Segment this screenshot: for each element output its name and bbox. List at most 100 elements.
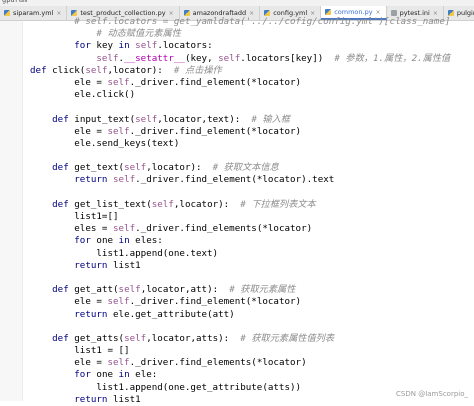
code-editor[interactable]: # self.locators = get_yamldata('../../co… [30,16,474,405]
code-line: for one in eles: [30,235,474,247]
code-token: self [112,223,136,235]
code-line: def click(self,locator): # 点击操作 [30,65,474,77]
code-token: ele.send_keys(text) [30,137,180,149]
code-token: ,locator,text): [157,113,252,125]
code-token: def [30,64,47,76]
code-token: ,locator): [107,64,174,76]
code-token: self [218,52,241,64]
code-line: ele = self._driver.find_element(*locator… [30,77,474,89]
code-token: return [74,308,108,320]
code-token: ele = [30,357,108,369]
code-line: ele = self._driver.find_element(*locator… [30,126,474,138]
code-token: ele.click() [30,89,136,101]
code-token: get_atts( [68,332,125,344]
code-token: ._driver.find_element(*locator).text [135,174,335,186]
code-token: self [85,64,108,76]
code-token: one [90,235,119,247]
code-line: def get_att(self,locator,att): # 获取元素属性 [30,284,474,296]
code-token: self [151,198,174,210]
code-token: self [107,357,130,369]
code-token: key [90,40,119,52]
code-line: return self._driver.find_element(*locato… [30,174,474,186]
code-line: ele.click() [30,89,474,101]
code-token: get_list_text( [68,198,152,210]
code-token: self [113,174,136,186]
code-line: def get_list_text(self,locator): # 下拉框列表… [30,199,474,211]
code-token: ele = [30,125,108,137]
code-line: ele = self._driver.find_elements(*locato… [30,357,474,369]
code-token: # self.locators = get_yamldata('../../co… [74,16,451,27]
code-token: ._driver.find_elements(*locator) [135,223,313,235]
code-token: def [52,113,69,125]
code-token: ,locator,atts): [146,332,241,344]
code-line: ele.send_keys(text) [30,138,474,150]
code-token: def [52,332,69,344]
code-token: self [124,162,147,174]
tab-label: common.py [334,8,373,16]
code-token: eles = [30,223,113,235]
code-line: def input_text(self,locator,text): # 输入框 [30,114,474,126]
code-token: # 下拉框列表文本 [240,198,316,210]
code-token: # 点击操作 [173,64,222,76]
code-token: return [74,259,108,271]
code-token: one [90,369,119,381]
code-token: (key, [184,52,219,64]
code-token: click( [46,64,86,76]
code-token: list1=[] [30,211,119,222]
line-gutter[interactable] [0,21,23,401]
code-line: return list1 [30,260,474,272]
code-token: list1 [107,393,141,405]
code-line: ele = self._driver.find_element(*locator… [30,296,474,308]
code-token: ._driver.find_element(*locator) [129,76,302,88]
code-token: .locators[key]) [240,52,335,64]
code-token: list1.append(one.text) [30,247,219,259]
code-token: self [107,296,130,308]
code-token: return [74,393,108,405]
breadcrumb-label: gparam [2,0,28,4]
code-token: self [107,76,130,88]
code-token: input_text( [68,113,136,125]
code-token: # 动态赋值元素属性 [96,28,181,40]
code-token: in [118,40,130,52]
code-token: self [124,332,147,344]
code-token: self [96,52,119,64]
code-line: # self.locators = get_yamldata('../../co… [30,16,474,28]
code-line: # 动态赋值元素属性 [30,28,474,40]
yaml-file-icon [4,10,10,16]
code-token: self [118,284,141,296]
code-token: list1.append(one.get_attribute(atts)) [30,381,302,393]
python-file-icon [325,9,332,15]
close-tab-icon[interactable]: × [376,9,381,16]
code-token: for [74,40,91,52]
code-token: ,locator,att): [140,284,230,296]
code-token: def [52,284,69,296]
code-token: __setattr__ [124,52,185,64]
code-token: # 参数，1.属性，2.属性值 [334,52,451,64]
code-line: self.__setattr__(key, self.locators[key]… [30,53,474,65]
code-token: self [135,40,158,52]
code-token: # 获取元素属性 [229,284,296,296]
code-token: ele = [30,76,108,88]
code-token: get_text( [68,162,125,174]
code-token: list1 = [] [30,345,130,357]
code-token: def [52,162,69,174]
code-line: list1=[] [30,211,474,223]
code-token: ,locator): [173,198,241,210]
code-token: ._driver.find_element(*locator) [129,296,302,308]
